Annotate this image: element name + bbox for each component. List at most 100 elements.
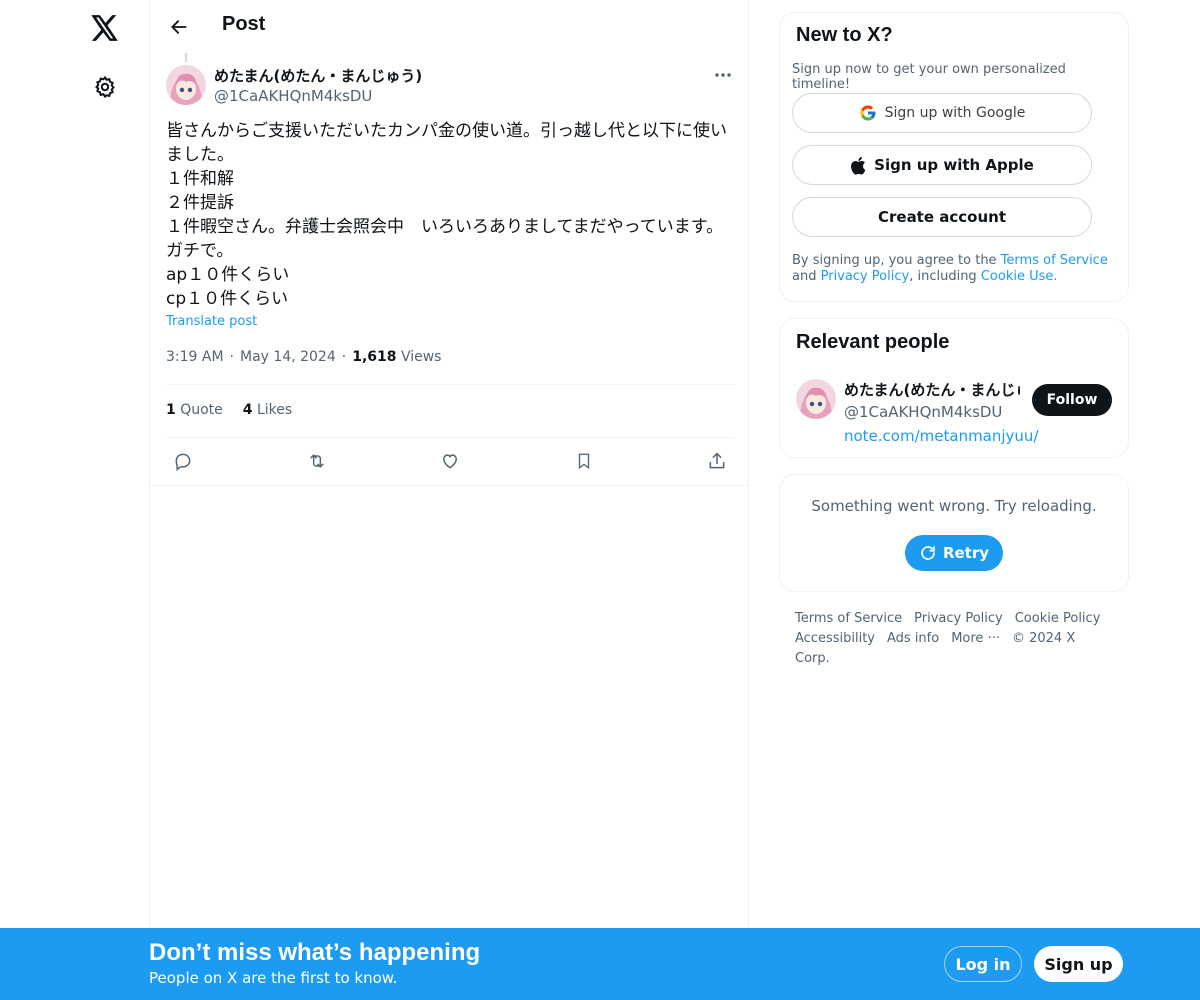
bookmark-icon [578,453,589,470]
privacy-policy-link[interactable]: Privacy Policy [821,269,910,284]
author-handle[interactable]: @1CaAKHQnM4ksDU [214,87,372,105]
relevant-people-card: Relevant people めたまん(めたん・まんじゅう) @1CaAKHQ… [779,318,1129,458]
footer-link-terms[interactable]: Terms of Service [795,611,902,626]
author-name[interactable]: めたまん(めたん・まんじゅう) [214,65,422,86]
bookmark-button[interactable] [567,444,601,478]
footer-link-cookie[interactable]: Cookie Policy [1015,611,1101,626]
more-button[interactable] [708,64,738,86]
relevant-people-title: Relevant people [796,331,950,353]
quotes-stat[interactable]: 1 Quote [166,402,223,418]
banner-title: Don’t miss what’s happening [149,939,481,966]
error-message: Something went wrong. Try reloading. [811,497,1097,515]
gear-icon [95,75,115,98]
signup-card-subtitle: Sign up now to get your own personalized… [792,62,1066,92]
meta-separator: · [229,349,234,365]
x-logo-icon [91,15,118,41]
retry-button[interactable]: Retry [905,535,1003,571]
share-button[interactable] [700,444,734,478]
post-actions [166,444,734,478]
post-line: １件和解 [166,169,234,189]
x-logo-link[interactable] [83,6,127,50]
post-date[interactable]: May 14, 2024 [240,349,336,365]
divider [150,485,748,486]
translate-post-link[interactable]: Translate post [166,314,257,329]
signup-google-label: Sign up with Google [884,105,1026,121]
person-handle[interactable]: @1CaAKHQnM4ksDU [844,403,1002,421]
person-name[interactable]: めたまん(めたん・まんじゅう) [844,379,1020,400]
signup-google-button[interactable]: Sign up with Google [792,93,1092,133]
likes-stat[interactable]: 4 Likes [243,402,292,418]
post-line: cp１０件くらい [166,289,289,309]
left-nav [0,0,150,1000]
footer-link-ads[interactable]: Ads info [887,631,939,646]
follow-button[interactable]: Follow [1032,384,1112,416]
more-horizontal-icon [715,73,731,77]
quotes-label: Quote [180,402,223,418]
post-line: ました。 [166,145,234,165]
quotes-count: 1 [166,402,176,418]
divider [166,437,734,438]
settings-button[interactable] [83,65,127,109]
signup-apple-button[interactable]: Sign up with Apple [792,145,1092,185]
person-avatar[interactable] [796,379,836,419]
share-icon [709,452,725,469]
page-header: Post [150,0,748,53]
signup-card: New to X? Sign up now to get your own pe… [779,12,1129,302]
likes-label: Likes [256,402,293,418]
post-line: １件暇空さん。弁護士会照会中 いろいろありましてまだやっています。 [166,217,724,237]
person-bio-link[interactable]: note.com/metanmanjyuu/ [844,427,1039,445]
thread-line [185,53,187,62]
main-column: Post めたまん(めたん・まんじゅう) @1CaAKHQnM4ksDU 皆さん… [149,0,749,1000]
bottom-banner: Don’t miss what’s happening People on X … [0,928,1200,1000]
signup-button[interactable]: Sign up [1034,946,1123,982]
post-stats: 1 Quote 4 Likes [166,402,292,418]
reply-button[interactable] [166,444,200,478]
app: Post めたまん(めたん・まんじゅう) @1CaAKHQnM4ksDU 皆さん… [0,0,1200,1000]
author-avatar[interactable] [166,65,206,105]
footer-link-accessibility[interactable]: Accessibility [795,631,875,646]
post-line: ap１０件くらい [166,265,290,285]
post-time[interactable]: 3:19 AM [166,349,224,365]
create-account-label: Create account [877,208,1006,226]
heart-icon [442,454,458,469]
like-button[interactable] [433,444,467,478]
terms-and: and [792,269,817,284]
banner-subtitle: People on X are the first to know. [149,969,398,987]
views-count: 1,618 [352,349,397,365]
views-stat: 1,618 Views [352,349,441,365]
divider [166,384,734,385]
views-label: Views [400,349,442,365]
post-line: ２件提訴 [166,193,234,213]
likes-count: 4 [242,402,253,418]
footer-link-privacy[interactable]: Privacy Policy [914,611,1003,626]
terms-of-service-link[interactable]: Terms of Service [1001,253,1108,268]
repost-icon [309,454,324,468]
terms-prefix: By signing up, you agree to the [792,253,997,268]
arrow-left-icon [171,20,187,34]
cookie-use-link[interactable]: Cookie Use. [981,269,1058,284]
apple-icon [851,156,866,175]
reply-icon [175,453,191,471]
post-meta: 3:19 AM · May 14, 2024 · 1,618 Views [166,349,441,365]
page-title: Post [222,13,266,35]
refresh-icon [921,546,935,560]
post-line: ガチで。 [166,241,234,261]
avatar-illustration [166,65,206,105]
create-account-button[interactable]: Create account [792,197,1092,237]
post-text: 皆さんからご支援いただいたカンパ金の使い道。引っ越し代と以下に使い ました。 １… [166,119,736,311]
back-button[interactable] [162,10,196,44]
terms-including: , including [909,269,977,284]
repost-button[interactable] [300,444,334,478]
footer-links: Terms of Service Privacy Policy Cookie Pol… [795,609,1115,669]
avatar-illustration [796,379,836,419]
google-icon [860,105,876,121]
terms-notice: By signing up, you agree to the Terms of… [792,253,1118,285]
login-button[interactable]: Log in [944,946,1022,982]
post-line: 皆さんからご支援いただいたカンパ金の使い道。引っ越し代と以下に使い [166,121,727,141]
signup-card-title: New to X? [796,24,893,46]
retry-label: Retry [942,544,990,562]
error-card: Something went wrong. Try reloading. Ret… [779,474,1129,592]
signup-apple-label: Sign up with Apple [874,156,1034,174]
meta-separator: · [341,349,347,365]
footer-link-more[interactable]: More ··· [951,631,1000,646]
